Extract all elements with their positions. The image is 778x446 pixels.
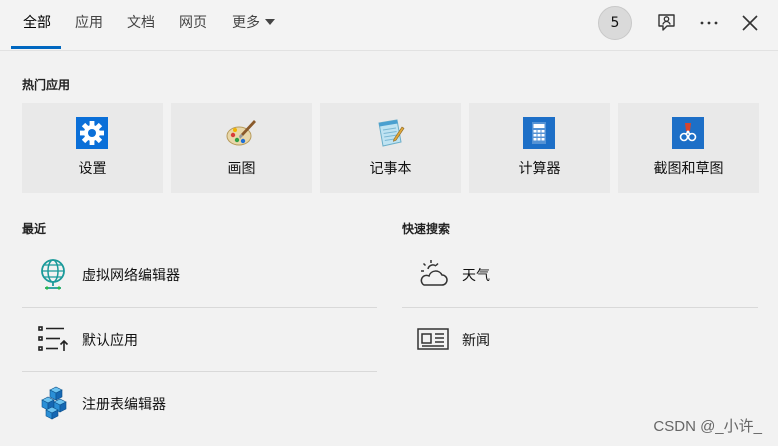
tile-label: 记事本 — [369, 161, 412, 177]
ellipsis-icon[interactable] — [697, 11, 721, 35]
recent-item-registry-editor[interactable]: 注册表编辑器 — [22, 372, 377, 436]
tab-documents[interactable]: 文档 — [127, 0, 155, 48]
newspaper-icon — [417, 328, 449, 350]
top-apps-heading: 热门应用 — [22, 78, 71, 92]
recent-heading: 最近 — [22, 222, 47, 236]
tab-more-label: 更多 — [232, 15, 260, 31]
tab-apps[interactable]: 应用 — [75, 0, 103, 48]
tile-settings[interactable]: 设置 — [22, 103, 163, 193]
quick-search-heading: 快速搜索 — [402, 222, 451, 236]
quick-search-weather[interactable]: 天气 — [402, 243, 758, 307]
active-tab-indicator — [11, 46, 61, 49]
recent-item-label: 默认应用 — [82, 333, 138, 349]
tile-calculator[interactable]: 计算器 — [469, 103, 610, 193]
quick-search-news[interactable]: 新闻 — [402, 308, 758, 372]
recent-item-default-apps[interactable]: 默认应用 — [22, 308, 377, 372]
rewards-badge[interactable]: 5 — [598, 6, 632, 40]
paint-palette-icon — [226, 120, 256, 146]
notepad-icon — [378, 119, 405, 147]
weather-cloud-sun-icon — [420, 260, 448, 286]
tile-label: 计算器 — [518, 161, 561, 177]
calculator-icon — [523, 117, 555, 149]
tab-more[interactable]: 更多 — [232, 0, 275, 48]
globe-network-icon — [41, 259, 65, 290]
tile-snip-sketch[interactable]: 截图和草图 — [618, 103, 759, 193]
tile-paint[interactable]: 画图 — [171, 103, 312, 193]
recent-item-label: 虚拟网络编辑器 — [82, 268, 180, 284]
registry-cubes-icon — [41, 386, 67, 420]
snip-sketch-icon — [672, 117, 704, 149]
quick-search-label: 新闻 — [462, 333, 490, 349]
default-apps-list-icon — [38, 326, 69, 351]
tile-notepad[interactable]: 记事本 — [320, 103, 461, 193]
tile-label: 设置 — [78, 161, 107, 177]
chevron-down-icon — [265, 19, 275, 25]
tab-web[interactable]: 网页 — [179, 0, 207, 48]
tab-all[interactable]: 全部 — [23, 0, 51, 48]
tile-label: 截图和草图 — [653, 161, 724, 177]
search-header: 全部 应用 文档 网页 更多 5 — [0, 0, 778, 51]
quick-search-label: 天气 — [462, 268, 490, 284]
close-icon[interactable] — [738, 11, 762, 35]
feedback-icon[interactable] — [655, 11, 679, 35]
recent-item-vnet-editor[interactable]: 虚拟网络编辑器 — [22, 243, 377, 307]
settings-gear-icon — [76, 117, 108, 149]
recent-item-label: 注册表编辑器 — [82, 397, 166, 413]
tile-label: 画图 — [227, 161, 256, 177]
watermark: CSDN @_小许_ — [653, 418, 762, 435]
